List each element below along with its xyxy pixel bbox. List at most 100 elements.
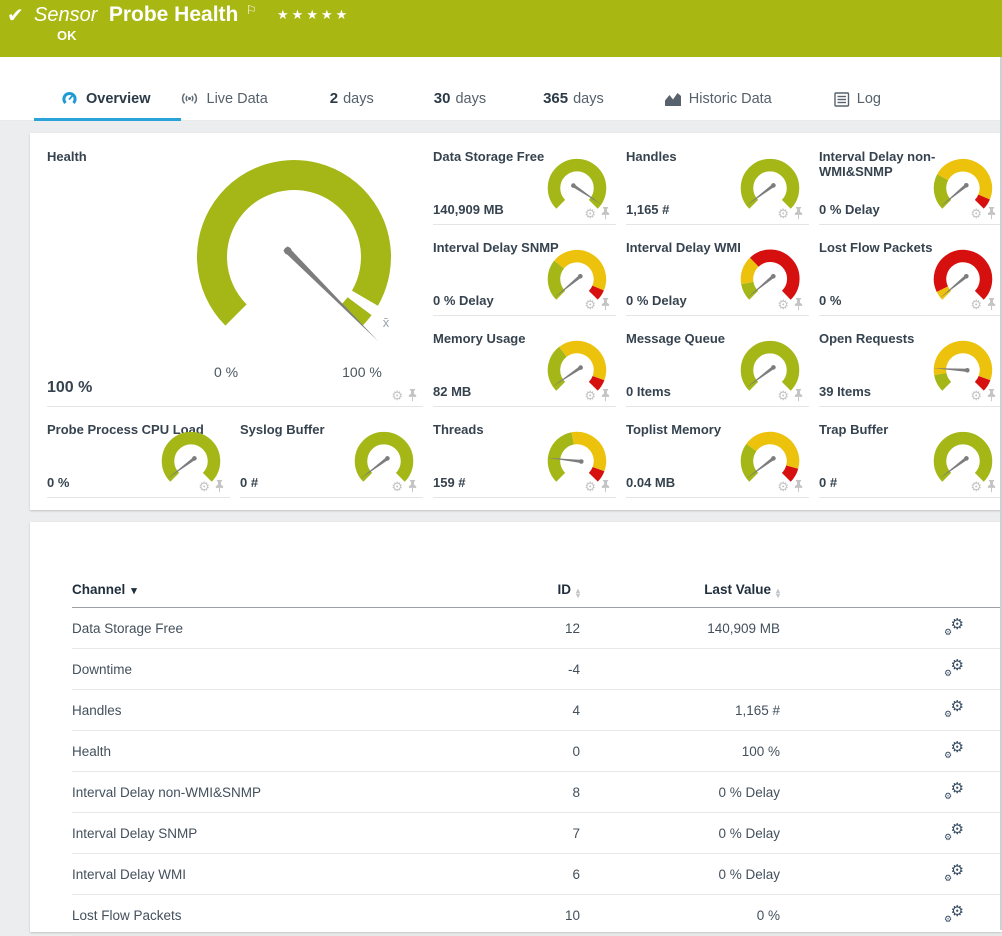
pin-icon[interactable] bbox=[986, 388, 997, 402]
last-value-header-label: Last Value bbox=[704, 582, 771, 597]
gauge-value: 0.04 MB bbox=[626, 475, 675, 490]
pin-icon[interactable] bbox=[600, 388, 611, 402]
pin-icon[interactable] bbox=[600, 479, 611, 493]
gear-icon[interactable]: ⚙ bbox=[777, 480, 789, 493]
tab-365-days[interactable]: 365days bbox=[543, 90, 604, 120]
gauge-actions: ⚙ bbox=[777, 388, 804, 402]
tab-label: Historic Data bbox=[689, 91, 772, 107]
channel-row-health[interactable]: Health0100 % ⚙⚙ bbox=[72, 731, 1002, 772]
channel-name[interactable]: Downtime bbox=[72, 662, 508, 677]
tab-2-days[interactable]: 2days bbox=[330, 90, 374, 120]
sensor-header: ✔ Sensor Probe Health ⚐ ★★★★★ OK bbox=[0, 0, 1002, 57]
channel-name[interactable]: Interval Delay WMI bbox=[72, 867, 508, 882]
channel-settings-icon[interactable]: ⚙⚙ bbox=[944, 741, 964, 759]
pin-icon[interactable] bbox=[407, 388, 418, 402]
gear-icon[interactable]: ⚙ bbox=[584, 207, 596, 220]
channel-settings-icon[interactable]: ⚙⚙ bbox=[944, 659, 964, 677]
id-header-label: ID bbox=[557, 582, 571, 597]
gear-icon[interactable]: ⚙ bbox=[970, 207, 982, 220]
channel-settings-icon[interactable]: ⚙⚙ bbox=[944, 864, 964, 882]
gear-icon[interactable]: ⚙ bbox=[584, 389, 596, 402]
pin-icon[interactable] bbox=[793, 388, 804, 402]
channel-last-value: 100 % bbox=[580, 744, 780, 759]
gear-icon[interactable]: ⚙ bbox=[391, 389, 403, 402]
tab-label: Log bbox=[857, 91, 881, 107]
channel-last-value: 0 % bbox=[580, 908, 780, 923]
gauge-cell-interval-delay-non-wmi-snmp: Interval Delay non-WMI&SNMP0 % Delay⚙ bbox=[819, 143, 1002, 225]
channel-settings-icon[interactable]: ⚙⚙ bbox=[944, 823, 964, 841]
channel-settings-icon[interactable]: ⚙⚙ bbox=[944, 782, 964, 800]
pin-icon[interactable] bbox=[986, 479, 997, 493]
channel-name[interactable]: Lost Flow Packets bbox=[72, 908, 508, 923]
channel-name[interactable]: Interval Delay non-WMI&SNMP bbox=[72, 785, 508, 800]
pin-icon[interactable] bbox=[214, 479, 225, 493]
pin-icon[interactable] bbox=[407, 479, 418, 493]
gauge-value: 82 MB bbox=[433, 384, 471, 399]
svg-text:100 %: 100 % bbox=[342, 364, 382, 380]
gauge-cell-open-requests: Open Requests39 Items⚙ bbox=[819, 325, 1002, 407]
gauge-cell-handles: Handles1,165 #⚙ bbox=[626, 143, 809, 225]
channel-name[interactable]: Interval Delay SNMP bbox=[72, 826, 508, 841]
channel-row-data-storage-free[interactable]: Data Storage Free12140,909 MB ⚙⚙ bbox=[72, 608, 1002, 649]
channel-row-downtime[interactable]: Downtime-4⚙⚙ bbox=[72, 649, 1002, 690]
gear-icon[interactable]: ⚙ bbox=[198, 480, 210, 493]
channel-settings-icon[interactable]: ⚙⚙ bbox=[944, 905, 964, 923]
pin-icon[interactable] bbox=[793, 479, 804, 493]
channel-header-label: Channel bbox=[72, 582, 125, 597]
gear-icon[interactable]: ⚙ bbox=[777, 207, 789, 220]
gauge-value: 0 % Delay bbox=[819, 202, 880, 217]
pin-icon[interactable] bbox=[600, 206, 611, 220]
status-check-icon: ✔ bbox=[7, 3, 24, 28]
channel-row-interval-delay-wmi[interactable]: Interval Delay WMI60 % Delay⚙⚙ bbox=[72, 854, 1002, 895]
gauge-cell-message-queue: Message Queue0 Items⚙ bbox=[626, 325, 809, 407]
channel-row-interval-delay-non-wmi-snmp[interactable]: Interval Delay non-WMI&SNMP80 % Delay⚙⚙ bbox=[72, 772, 1002, 813]
channel-last-value: 140,909 MB bbox=[580, 621, 780, 636]
pin-icon[interactable] bbox=[986, 206, 997, 220]
tab-label: days bbox=[455, 91, 486, 107]
gear-icon[interactable]: ⚙ bbox=[391, 480, 403, 493]
gauge-actions: ⚙ bbox=[584, 388, 611, 402]
tab-label: days bbox=[573, 91, 604, 107]
gauge-value: 39 Items bbox=[819, 384, 871, 399]
tab-overview[interactable]: Overview bbox=[60, 90, 151, 120]
sort-arrows-icon: ▴▾ bbox=[776, 588, 780, 598]
gear-icon[interactable]: ⚙ bbox=[584, 480, 596, 493]
channel-id: 6 bbox=[508, 867, 580, 882]
channel-row-handles[interactable]: Handles41,165 #⚙⚙ bbox=[72, 690, 1002, 731]
gauge-cell-threads: Threads159 #⚙ bbox=[433, 416, 616, 498]
column-header-channel[interactable]: Channel▾ bbox=[72, 582, 508, 597]
channel-name[interactable]: Handles bbox=[72, 703, 508, 718]
flag-icon[interactable]: ⚐ bbox=[246, 3, 257, 17]
column-header-id[interactable]: ID▴▾ bbox=[508, 582, 580, 598]
pin-icon[interactable] bbox=[986, 297, 997, 311]
pin-icon[interactable] bbox=[793, 206, 804, 220]
channel-settings-icon[interactable]: ⚙⚙ bbox=[944, 618, 964, 636]
priority-stars[interactable]: ★★★★★ bbox=[277, 7, 350, 22]
gauge-value: 0 Items bbox=[626, 384, 671, 399]
channel-id: 12 bbox=[508, 621, 580, 636]
tab-30-days[interactable]: 30days bbox=[434, 90, 486, 120]
gear-icon[interactable]: ⚙ bbox=[777, 389, 789, 402]
gear-icon[interactable]: ⚙ bbox=[970, 298, 982, 311]
gauge-cell-toplist-memory: Toplist Memory0.04 MB⚙ bbox=[626, 416, 809, 498]
historic-chart-icon bbox=[664, 91, 682, 107]
gauge-value: 140,909 MB bbox=[433, 202, 504, 217]
channel-name[interactable]: Health bbox=[72, 744, 508, 759]
gauges-panel: Healthx̄0 %100 %100 %⚙Data Storage Free1… bbox=[30, 133, 1002, 510]
channel-name[interactable]: Data Storage Free bbox=[72, 621, 508, 636]
channel-id: 0 bbox=[508, 744, 580, 759]
tab-live-data[interactable]: Live Data bbox=[179, 90, 268, 120]
gear-icon[interactable]: ⚙ bbox=[777, 298, 789, 311]
channel-settings-icon[interactable]: ⚙⚙ bbox=[944, 700, 964, 718]
tab-historic-data[interactable]: Historic Data bbox=[664, 91, 772, 120]
gear-icon[interactable]: ⚙ bbox=[584, 298, 596, 311]
tab-log[interactable]: Log bbox=[834, 91, 881, 120]
pin-icon[interactable] bbox=[793, 297, 804, 311]
gear-icon[interactable]: ⚙ bbox=[970, 480, 982, 493]
pin-icon[interactable] bbox=[600, 297, 611, 311]
column-header-last-value[interactable]: Last Value ▴▾ bbox=[580, 582, 780, 598]
tab-number: 2 bbox=[330, 90, 338, 107]
gear-icon[interactable]: ⚙ bbox=[970, 389, 982, 402]
gauge-icon bbox=[60, 90, 79, 107]
channel-row-interval-delay-snmp[interactable]: Interval Delay SNMP70 % Delay⚙⚙ bbox=[72, 813, 1002, 854]
